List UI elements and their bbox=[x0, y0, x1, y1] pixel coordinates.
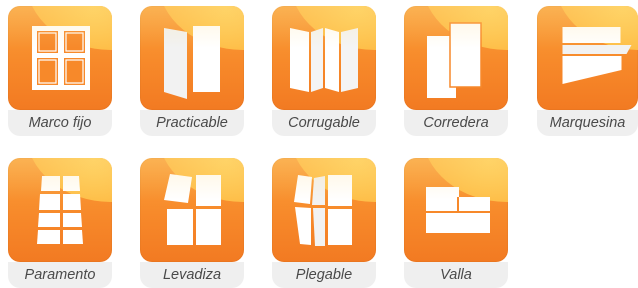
tile-icon-box bbox=[8, 158, 112, 262]
tile-icon-box bbox=[404, 158, 508, 262]
tile-icon-box bbox=[140, 158, 244, 262]
fixed-frame-window-icon bbox=[32, 26, 90, 90]
tile-corredera[interactable]: Corredera bbox=[404, 6, 508, 136]
tile-icon-box bbox=[8, 6, 112, 110]
tile-label: Plegable bbox=[272, 262, 376, 288]
tile-corrugable[interactable]: Corrugable bbox=[272, 6, 376, 136]
lift-window-icon bbox=[164, 174, 221, 245]
wall-panel-icon bbox=[37, 176, 83, 244]
tile-label: Marco fijo bbox=[8, 110, 112, 136]
tile-marquesina[interactable]: Marquesina bbox=[537, 6, 638, 136]
tile-plegable[interactable]: Plegable bbox=[272, 158, 376, 288]
bifold-window-icon bbox=[294, 175, 352, 246]
tile-icon-box bbox=[537, 6, 638, 110]
tile-icon-box bbox=[272, 6, 376, 110]
tile-label: Levadiza bbox=[140, 262, 244, 288]
casement-window-icon bbox=[164, 26, 220, 99]
tile-valla[interactable]: Valla bbox=[404, 158, 508, 288]
tile-levadiza[interactable]: Levadiza bbox=[140, 158, 244, 288]
tile-marco-fijo[interactable]: Marco fijo bbox=[8, 6, 112, 136]
tile-label: Paramento bbox=[8, 262, 112, 288]
tile-icon-box bbox=[272, 158, 376, 262]
folding-panel-icon bbox=[290, 28, 358, 92]
tile-icon-box bbox=[140, 6, 244, 110]
tile-label: Corrugable bbox=[272, 110, 376, 136]
tile-label: Valla bbox=[404, 262, 508, 288]
tile-practicable[interactable]: Practicable bbox=[140, 6, 244, 136]
tile-label: Practicable bbox=[140, 110, 244, 136]
fence-icon bbox=[426, 187, 490, 233]
awning-window-icon bbox=[562, 27, 632, 84]
tile-label: Marquesina bbox=[537, 110, 638, 136]
tile-icon-box bbox=[404, 6, 508, 110]
window-type-grid: Marco fijo Practicable Corrugable Corred… bbox=[0, 0, 638, 288]
sliding-window-icon bbox=[427, 22, 482, 98]
tile-label: Corredera bbox=[404, 110, 508, 136]
tile-paramento[interactable]: Paramento bbox=[8, 158, 112, 288]
